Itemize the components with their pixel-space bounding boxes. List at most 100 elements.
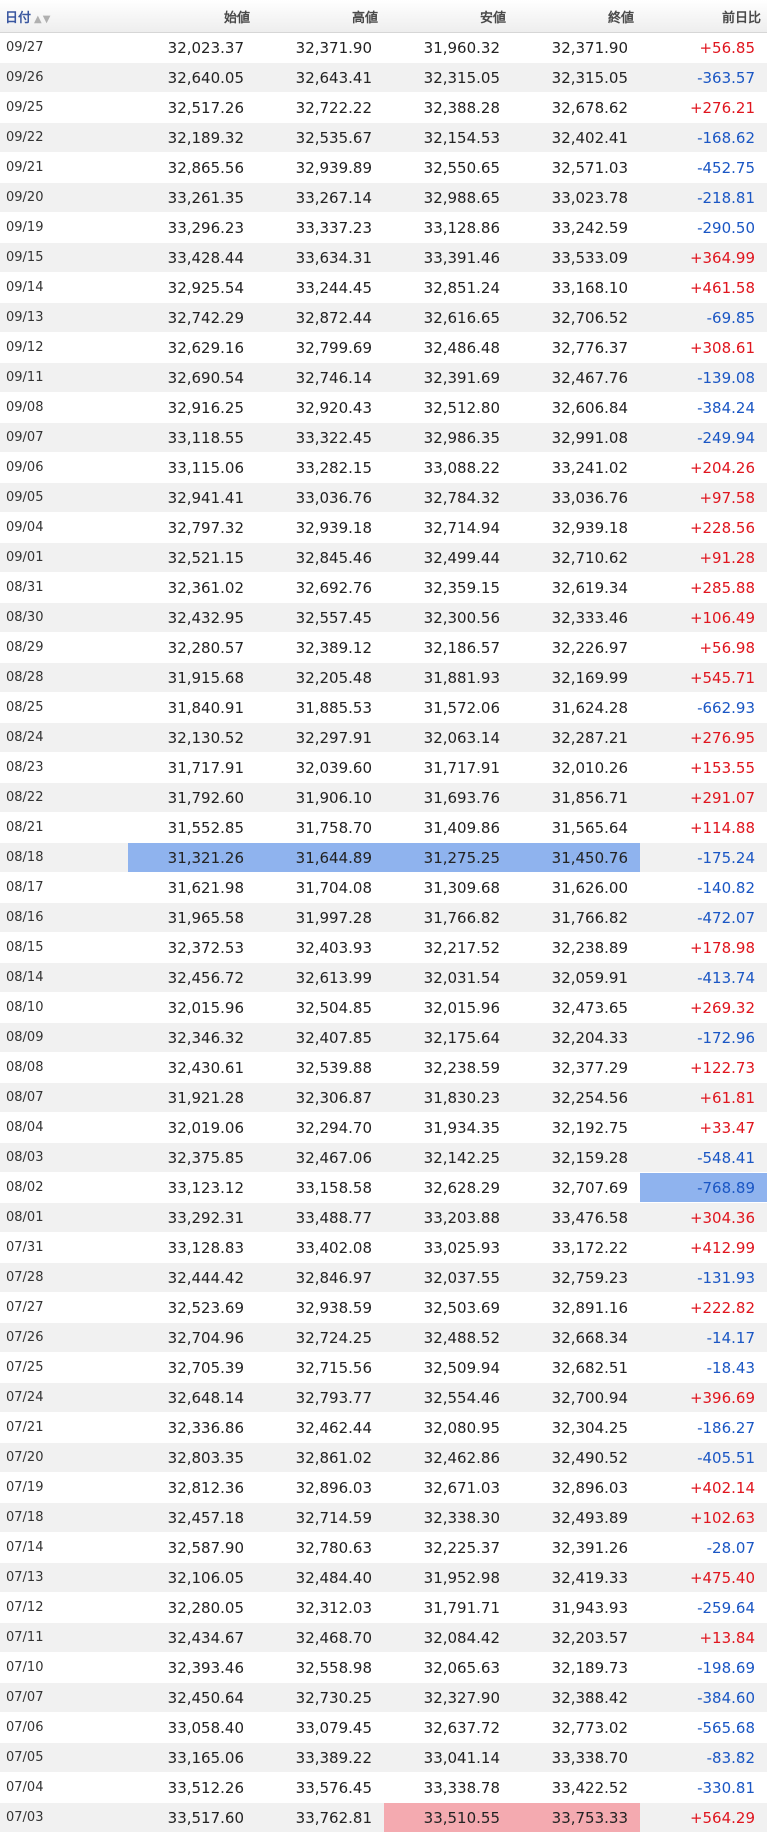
cell-low: 32,462.86	[384, 1442, 512, 1473]
cell-low: 32,225.37	[384, 1532, 512, 1563]
cell-close: 33,753.33	[512, 1802, 640, 1833]
cell-high: 32,780.63	[256, 1532, 384, 1563]
sort-arrows-icon[interactable]: ▲▼	[34, 14, 51, 25]
table-row: 08/08 32,430.61 32,539.88 32,238.59 32,377.2…	[0, 1052, 767, 1083]
cell-open: 32,361.02	[128, 572, 256, 603]
cell-high: 31,704.08	[256, 872, 384, 903]
cell-close: 32,759.23	[512, 1262, 640, 1293]
cell-open: 31,552.85	[128, 812, 256, 843]
cell-change: +402.14	[640, 1472, 767, 1503]
cell-high: 32,939.89	[256, 152, 384, 183]
cell-close: 32,254.56	[512, 1082, 640, 1113]
cell-open: 32,587.90	[128, 1532, 256, 1563]
cell-high: 33,634.31	[256, 242, 384, 273]
cell-close: 33,036.76	[512, 482, 640, 513]
cell-close: 31,943.93	[512, 1592, 640, 1623]
cell-close: 32,371.90	[512, 32, 640, 63]
cell-change: -172.96	[640, 1022, 767, 1053]
cell-low: 32,512.80	[384, 392, 512, 423]
table-row: 09/26 32,640.05 32,643.41 32,315.05 32,315.0…	[0, 62, 767, 93]
cell-close: 33,023.78	[512, 182, 640, 213]
cell-date: 07/06	[0, 1712, 128, 1743]
cell-change: +61.81	[640, 1082, 767, 1113]
cell-high: 32,306.87	[256, 1082, 384, 1113]
cell-close: 33,241.02	[512, 452, 640, 483]
cell-open: 32,517.26	[128, 92, 256, 123]
table-row: 07/05 33,165.06 33,389.22 33,041.14 33,338.7…	[0, 1742, 767, 1773]
cell-open: 33,115.06	[128, 452, 256, 483]
cell-high: 32,468.70	[256, 1622, 384, 1653]
cell-open: 32,941.41	[128, 482, 256, 513]
cell-close: 32,668.34	[512, 1322, 640, 1353]
table-row: 08/28 31,915.68 32,205.48 31,881.93 32,169.9…	[0, 662, 767, 693]
cell-date: 08/15	[0, 932, 128, 963]
cell-low: 32,175.64	[384, 1022, 512, 1053]
cell-date: 07/13	[0, 1562, 128, 1593]
cell-open: 32,704.96	[128, 1322, 256, 1353]
cell-close: 31,856.71	[512, 782, 640, 813]
cell-open: 33,517.60	[128, 1802, 256, 1833]
cell-date: 08/03	[0, 1142, 128, 1173]
cell-high: 32,039.60	[256, 752, 384, 783]
column-header-change[interactable]: 前日比	[640, 0, 767, 33]
table-row: 09/14 32,925.54 33,244.45 32,851.24 33,168.1…	[0, 272, 767, 303]
column-header-open[interactable]: 始値	[128, 0, 256, 33]
column-header-close[interactable]: 終値	[512, 0, 640, 33]
cell-open: 31,621.98	[128, 872, 256, 903]
cell-close: 32,189.73	[512, 1652, 640, 1683]
cell-high: 33,282.15	[256, 452, 384, 483]
cell-close: 32,678.62	[512, 92, 640, 123]
cell-close: 32,159.28	[512, 1142, 640, 1173]
cell-high: 33,158.58	[256, 1172, 384, 1203]
cell-date: 09/13	[0, 302, 128, 333]
cell-low: 32,391.69	[384, 362, 512, 393]
table-row: 09/25 32,517.26 32,722.22 32,388.28 32,678.6…	[0, 92, 767, 123]
table-row: 08/29 32,280.57 32,389.12 32,186.57 32,226.9…	[0, 632, 767, 663]
cell-high: 31,885.53	[256, 692, 384, 723]
cell-open: 32,023.37	[128, 32, 256, 63]
column-header-high-label: 高値	[351, 10, 378, 26]
cell-date: 08/01	[0, 1202, 128, 1233]
cell-date: 07/21	[0, 1412, 128, 1443]
cell-change: +33.47	[640, 1112, 767, 1143]
table-row: 08/07 31,921.28 32,306.87 31,830.23 32,254.5…	[0, 1082, 767, 1113]
cell-high: 32,746.14	[256, 362, 384, 393]
cell-open: 33,512.26	[128, 1772, 256, 1803]
cell-date: 07/19	[0, 1472, 128, 1503]
column-header-date[interactable]: 日付 ▲▼	[0, 0, 128, 33]
cell-low: 32,238.59	[384, 1052, 512, 1083]
cell-date: 07/12	[0, 1592, 128, 1623]
cell-close: 32,773.02	[512, 1712, 640, 1743]
cell-close: 32,707.69	[512, 1172, 640, 1203]
cell-low: 32,388.28	[384, 92, 512, 123]
cell-date: 08/24	[0, 722, 128, 753]
cell-change: -186.27	[640, 1412, 767, 1443]
cell-low: 32,065.63	[384, 1652, 512, 1683]
column-header-low[interactable]: 安値	[384, 0, 512, 33]
cell-close: 32,891.16	[512, 1292, 640, 1323]
cell-low: 32,784.32	[384, 482, 512, 513]
cell-close: 32,682.51	[512, 1352, 640, 1383]
cell-high: 33,267.14	[256, 182, 384, 213]
cell-low: 32,986.35	[384, 422, 512, 453]
price-history-table-container: 日付 ▲▼ 始値 高値 安値 終値 前日比 09/27 32,023.37 32,37…	[0, 0, 767, 1835]
cell-date: 09/22	[0, 122, 128, 153]
cell-change: +153.55	[640, 752, 767, 783]
column-header-high[interactable]: 高値	[256, 0, 384, 33]
cell-date: 09/12	[0, 332, 128, 363]
cell-low: 32,851.24	[384, 272, 512, 303]
cell-close: 33,172.22	[512, 1232, 640, 1263]
cell-close: 32,192.75	[512, 1112, 640, 1143]
cell-low: 32,988.65	[384, 182, 512, 213]
cell-open: 31,965.58	[128, 902, 256, 933]
cell-low: 31,766.82	[384, 902, 512, 933]
table-row: 07/12 32,280.05 32,312.03 31,791.71 31,943.9…	[0, 1592, 767, 1623]
cell-low: 31,952.98	[384, 1562, 512, 1593]
cell-low: 32,509.94	[384, 1352, 512, 1383]
cell-open: 32,705.39	[128, 1352, 256, 1383]
cell-date: 09/07	[0, 422, 128, 453]
cell-high: 32,920.43	[256, 392, 384, 423]
cell-date: 09/05	[0, 482, 128, 513]
cell-close: 32,238.89	[512, 932, 640, 963]
cell-change: -198.69	[640, 1652, 767, 1683]
